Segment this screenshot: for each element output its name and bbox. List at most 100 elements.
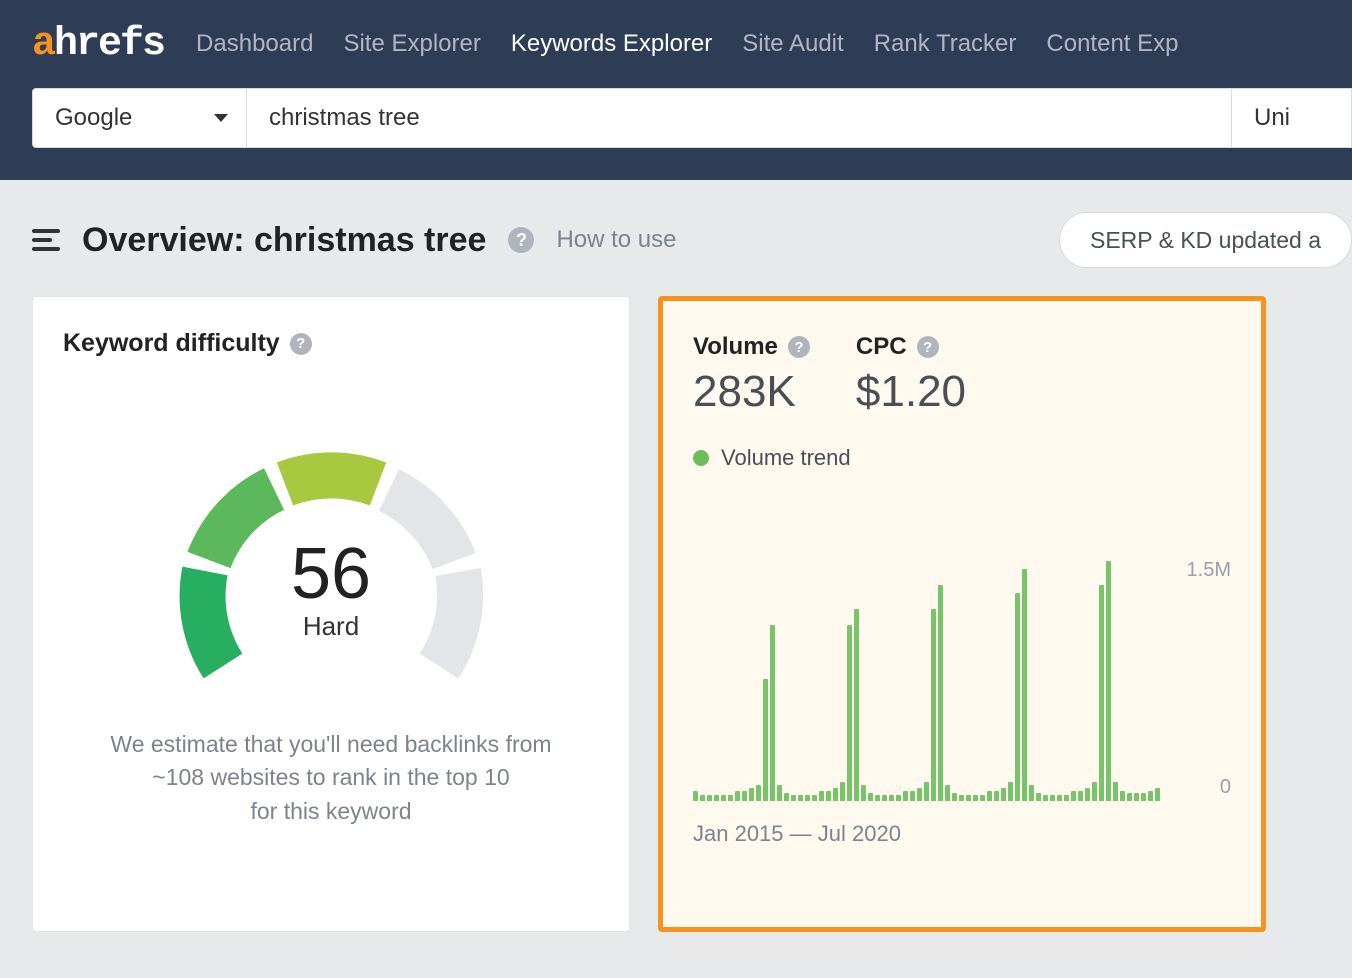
bar	[1113, 782, 1118, 801]
cpc-value: $1.20	[856, 367, 966, 417]
y-axis-min: 0	[1220, 776, 1231, 799]
cards-row: Keyword difficulty ? 56 Hard We estimate…	[0, 296, 1352, 932]
menu-icon[interactable]	[32, 229, 60, 251]
bar	[924, 782, 929, 801]
nav-item-site-audit[interactable]: Site Audit	[742, 30, 843, 58]
bar	[1071, 791, 1076, 801]
bar	[728, 795, 733, 801]
nav-item-site-explorer[interactable]: Site Explorer	[343, 30, 480, 58]
gauge-center: 56 Hard	[171, 533, 491, 642]
volume-header: Volume ? 283K CPC ? $1.20	[693, 333, 1231, 417]
bar	[763, 679, 768, 801]
bar	[1029, 785, 1034, 801]
serp-updated-button[interactable]: SERP & KD updated a	[1059, 212, 1352, 268]
bar	[980, 795, 985, 801]
bar	[1099, 585, 1104, 801]
cpc-label: CPC ?	[856, 333, 966, 361]
search-engine-value: Google	[55, 104, 132, 132]
bar	[882, 795, 887, 801]
y-axis: 1.5M 0	[1171, 541, 1231, 801]
kd-label: Hard	[171, 611, 491, 642]
help-icon[interactable]: ?	[508, 227, 534, 253]
bar	[903, 791, 908, 801]
bar	[756, 785, 761, 801]
nav-item-rank-tracker[interactable]: Rank Tracker	[874, 30, 1017, 58]
kd-score: 56	[171, 533, 491, 615]
legend-dot-icon	[693, 450, 709, 466]
bar	[1092, 782, 1097, 801]
bar	[1001, 788, 1006, 801]
bar	[854, 609, 859, 801]
bar	[1127, 793, 1132, 801]
keyword-input[interactable]	[247, 88, 1232, 148]
bar	[861, 785, 866, 801]
bar	[1036, 793, 1041, 801]
gauge-wrap: 56 Hard	[63, 438, 599, 638]
cpc-metric: CPC ? $1.20	[856, 333, 966, 417]
chart-bars	[693, 561, 1171, 801]
bar	[1015, 593, 1020, 801]
page-title: Overview: christmas tree	[82, 221, 486, 260]
bar	[819, 791, 824, 801]
help-icon[interactable]: ?	[290, 333, 312, 355]
bar	[987, 791, 992, 801]
logo-text: hrefs	[54, 22, 164, 67]
bar	[1155, 788, 1160, 801]
help-icon[interactable]: ?	[788, 336, 810, 358]
bar	[1078, 791, 1083, 801]
nav-item-keywords-explorer[interactable]: Keywords Explorer	[511, 30, 712, 58]
bar	[833, 788, 838, 801]
bar	[693, 791, 698, 801]
bar	[973, 795, 978, 801]
bar	[959, 795, 964, 801]
bar	[700, 795, 705, 801]
bar	[868, 793, 873, 801]
kd-title: Keyword difficulty ?	[63, 329, 599, 358]
bar	[777, 785, 782, 801]
bar	[1057, 795, 1062, 801]
search-engine-select[interactable]: Google	[32, 88, 247, 148]
help-icon[interactable]: ?	[917, 336, 939, 358]
bar	[812, 795, 817, 801]
bar	[1064, 795, 1069, 801]
keyword-difficulty-card: Keyword difficulty ? 56 Hard We estimate…	[32, 296, 630, 932]
kd-desc-2: ~108 websites to rank in the top 10	[73, 761, 589, 794]
date-range: Jan 2015 — Jul 2020	[693, 821, 1231, 847]
bar	[945, 785, 950, 801]
nav-item-content-exp[interactable]: Content Exp	[1046, 30, 1178, 58]
kd-title-text: Keyword difficulty	[63, 329, 280, 358]
bar	[1008, 782, 1013, 801]
bar	[1085, 788, 1090, 801]
nav-item-dashboard[interactable]: Dashboard	[196, 30, 313, 58]
bar	[889, 795, 894, 801]
volume-metric: Volume ? 283K	[693, 333, 810, 417]
how-to-use-link[interactable]: How to use	[556, 226, 676, 254]
page-header: Overview: christmas tree ? How to use SE…	[0, 180, 1352, 296]
bar	[805, 795, 810, 801]
kd-desc-3: for this keyword	[73, 795, 589, 828]
bar	[1022, 569, 1027, 801]
nav-row: ahrefs Dashboard Site Explorer Keywords Ex…	[32, 0, 1352, 88]
bar	[1141, 793, 1146, 801]
bar	[896, 795, 901, 801]
bar	[931, 609, 936, 801]
bar	[770, 625, 775, 801]
bar	[798, 795, 803, 801]
bar	[1106, 561, 1111, 801]
volume-label: Volume ?	[693, 333, 810, 361]
country-select[interactable]: Uni	[1232, 88, 1352, 148]
bar	[875, 795, 880, 801]
bar	[826, 791, 831, 801]
bar	[847, 625, 852, 801]
country-value: Uni	[1254, 104, 1290, 132]
volume-card: Volume ? 283K CPC ? $1.20 Volume trend 1…	[658, 296, 1266, 932]
bar	[910, 791, 915, 801]
search-row: Google Uni	[32, 88, 1352, 148]
bar	[994, 791, 999, 801]
y-axis-max: 1.5M	[1187, 559, 1231, 582]
logo[interactable]: ahrefs	[32, 22, 164, 67]
bar	[791, 795, 796, 801]
bar	[735, 791, 740, 801]
bar	[714, 795, 719, 801]
volume-trend-chart[interactable]: 1.5M 0	[693, 541, 1231, 801]
